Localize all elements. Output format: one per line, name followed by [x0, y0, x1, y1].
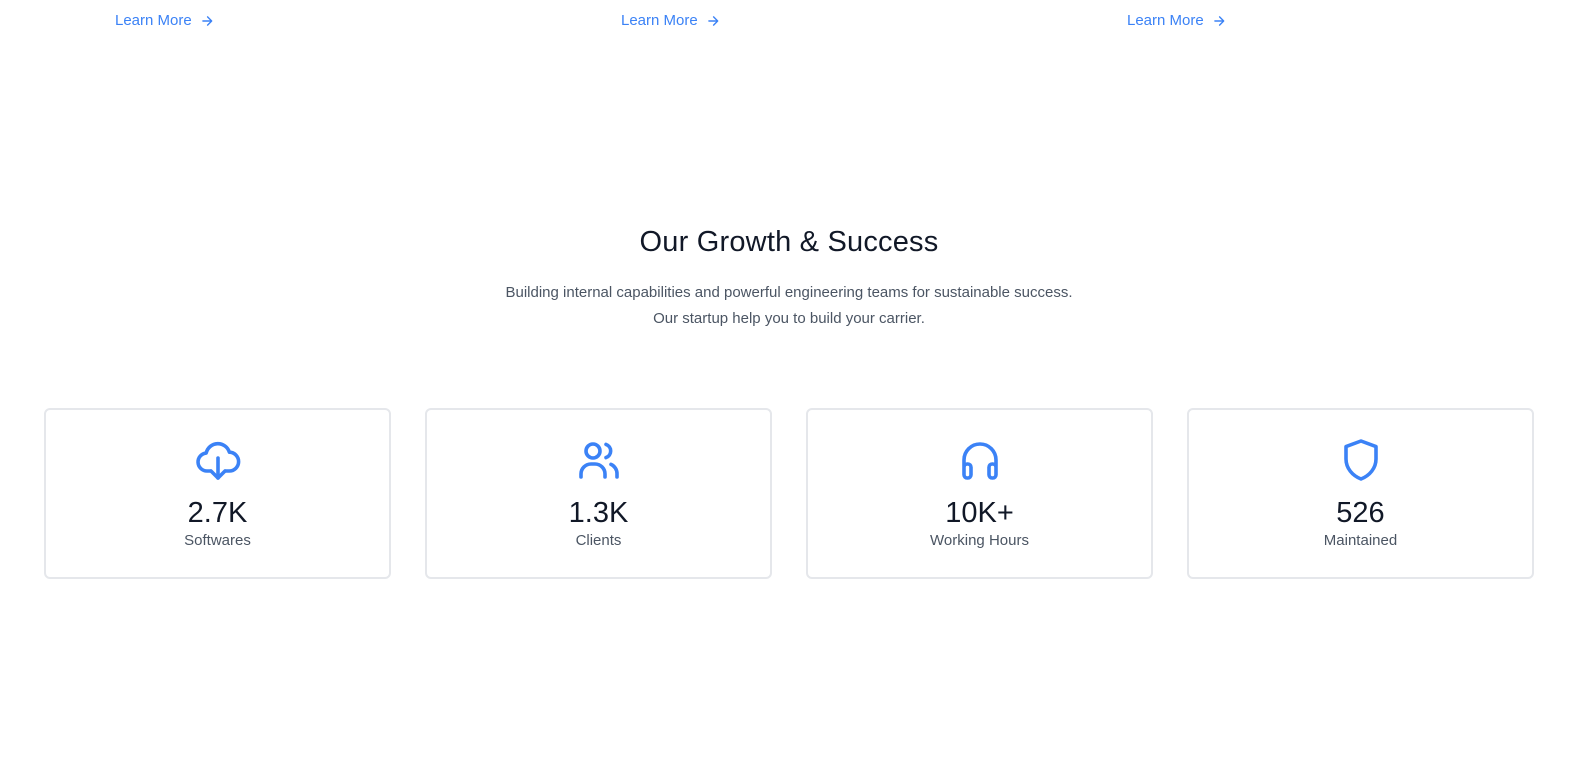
stat-card-clients: 1.3K Clients [425, 408, 772, 579]
shield-icon [1335, 436, 1387, 484]
stat-label: Clients [575, 532, 622, 549]
learn-more-label: Learn More [115, 12, 192, 29]
stat-card-softwares: 2.7K Softwares [44, 408, 391, 579]
stat-label: Softwares [184, 532, 251, 549]
learn-more-label: Learn More [1127, 12, 1204, 29]
stats-grid: 2.7K Softwares 1.3K Clients 10K+ Working… [44, 408, 1534, 579]
stat-value: 1.3K [568, 497, 629, 529]
headphones-icon [954, 436, 1006, 484]
learn-more-link[interactable]: Learn More [621, 12, 720, 29]
arrow-right-icon [200, 14, 214, 28]
stat-value: 10K+ [945, 497, 1014, 529]
learn-more-link[interactable]: Learn More [1127, 12, 1226, 29]
section-title: Our Growth & Success [639, 226, 939, 258]
stat-value: 2.7K [187, 497, 248, 529]
learn-more-label: Learn More [621, 12, 698, 29]
stat-card-maintained: 526 Maintained [1187, 408, 1534, 579]
stat-value: 526 [1336, 497, 1385, 529]
section-description: Building internal capabilities and power… [0, 280, 1578, 332]
description-line-2: Our startup help you to build your carri… [653, 310, 925, 327]
stat-label: Working Hours [930, 532, 1029, 549]
arrow-right-icon [706, 14, 720, 28]
page: Learn More Learn More Learn More Our Gro… [0, 0, 1578, 759]
description-line-1: Building internal capabilities and power… [505, 284, 1073, 301]
cloud-download-icon [192, 436, 244, 484]
arrow-right-icon [1212, 14, 1226, 28]
learn-more-link[interactable]: Learn More [115, 12, 214, 29]
stat-label: Maintained [1323, 532, 1398, 549]
stat-card-working-hours: 10K+ Working Hours [806, 408, 1153, 579]
users-icon [573, 436, 625, 484]
